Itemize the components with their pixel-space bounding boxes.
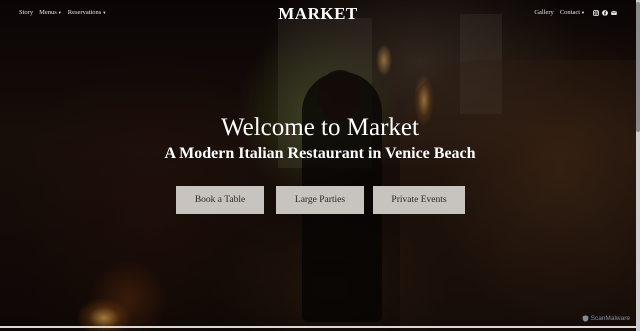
chevron-down-icon: ▼: [57, 10, 62, 15]
shield-icon: [582, 315, 588, 322]
chevron-down-icon: ▼: [581, 10, 585, 15]
nav-item-menus[interactable]: Menus ▼: [39, 9, 62, 16]
top-navigation: Story Menus ▼ Reservations ▼ MARKET Galler…: [0, 0, 640, 28]
nav-item-contact[interactable]: Contact ▼: [560, 9, 585, 16]
scanmalware-badge: ScanMalware: [582, 315, 630, 322]
vertical-scrollbar[interactable]: [636, 0, 640, 331]
nav-left-group: Story Menus ▼ Reservations ▼: [19, 9, 106, 16]
nav-item-gallery[interactable]: Gallery: [534, 9, 554, 16]
nav-item-reservations[interactable]: Reservations ▼: [68, 9, 107, 16]
scrollbar-thumb[interactable]: [636, 2, 640, 132]
instagram-icon[interactable]: [593, 9, 599, 16]
large-parties-button[interactable]: Large Parties: [276, 186, 364, 214]
nav-right-group: Gallery Contact ▼: [534, 9, 617, 16]
horizontal-scrollbar[interactable]: [0, 326, 636, 328]
background-window: [460, 14, 502, 114]
private-events-button[interactable]: Private Events: [373, 186, 465, 214]
facebook-icon[interactable]: [602, 9, 608, 16]
hero-subheadline: A Modern Italian Restaurant in Venice Be…: [164, 145, 476, 162]
social-links: [593, 9, 617, 16]
chevron-down-icon: ▼: [102, 10, 107, 15]
hero-background: [0, 0, 640, 331]
hero-headline: Welcome to Market: [221, 114, 419, 141]
site-logo[interactable]: MARKET: [268, 4, 368, 24]
book-a-table-button[interactable]: Book a Table: [176, 186, 264, 214]
email-icon[interactable]: [611, 10, 617, 16]
nav-item-story[interactable]: Story: [19, 9, 33, 16]
